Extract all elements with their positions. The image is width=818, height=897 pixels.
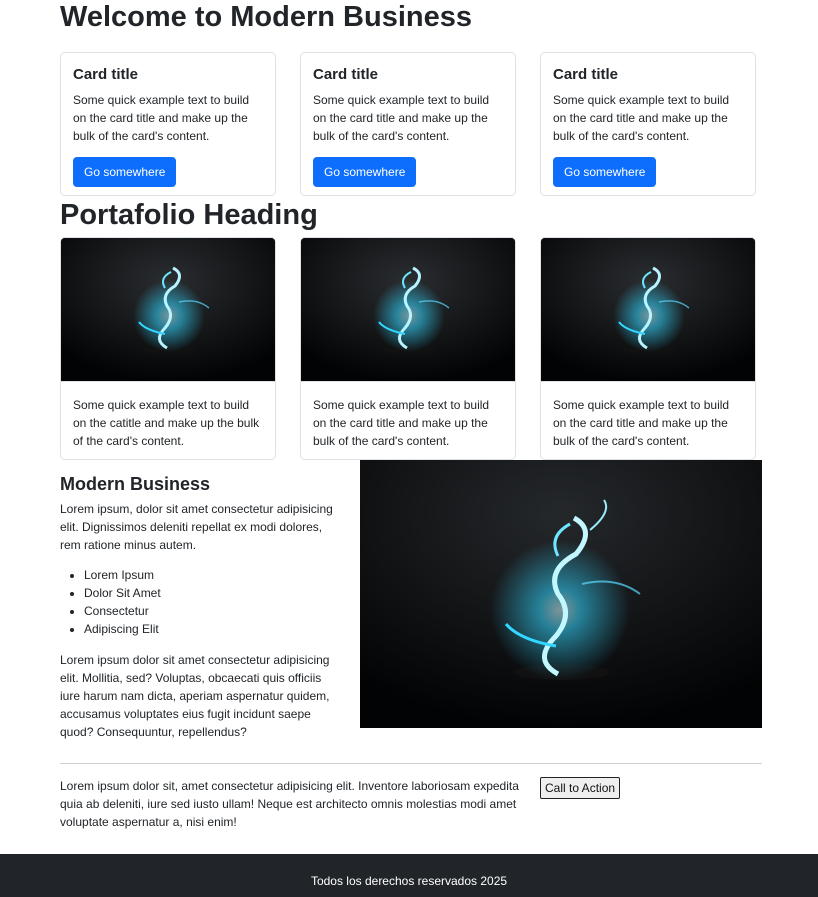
portfolio-card: Some quick example text to build on the … <box>540 237 756 460</box>
card-title: Card title <box>73 66 139 83</box>
dragon-glow-icon <box>360 460 762 728</box>
go-somewhere-button[interactable]: Go somewhere <box>73 157 177 187</box>
list-item: Lorem Ipsum <box>84 566 161 584</box>
dragon-glow-image <box>61 238 275 382</box>
feature-card: Card title Some quick example text to bu… <box>300 52 516 196</box>
about-intro: Lorem ipsum, dolor sit amet consectetur … <box>60 502 333 552</box>
card-text: Some quick example text to build on the … <box>553 93 730 143</box>
card-title: Card title <box>553 66 619 83</box>
cta-text: Lorem ipsum dolor sit, amet consectetur … <box>60 779 519 829</box>
call-to-action-button[interactable]: Call to Action <box>540 777 621 799</box>
dragon-glow-image <box>301 238 515 382</box>
section-divider <box>60 763 762 764</box>
footer: Todos los derechos reservados 2025 <box>0 854 818 897</box>
dragon-glow-icon <box>301 238 515 381</box>
portfolio-card: Some quick example text to build on the … <box>60 237 276 460</box>
page-title: Welcome to Modern Business <box>60 1 472 33</box>
portfolio-heading: Portafolio Heading <box>60 199 318 231</box>
about-list: Lorem Ipsum Dolor Sit Amet Consectetur A… <box>84 566 161 638</box>
dragon-glow-icon <box>61 238 275 381</box>
dragon-glow-icon <box>541 238 755 381</box>
go-somewhere-button[interactable]: Go somewhere <box>553 157 657 187</box>
about-title: Modern Business <box>60 474 211 494</box>
card-text: Some quick example text to build on the … <box>73 93 250 143</box>
feature-card: Card title Some quick example text to bu… <box>540 52 756 196</box>
list-item: Adipiscing Elit <box>84 620 161 638</box>
card-text: Some quick example text to build on the … <box>313 93 490 143</box>
list-item: Dolor Sit Amet <box>84 584 161 602</box>
list-item: Consectetur <box>84 602 161 620</box>
card-text: Some quick example text to build on the … <box>73 398 260 448</box>
footer-copyright: Todos los derechos reservados 2025 <box>310 874 508 888</box>
card-title: Card title <box>313 66 379 83</box>
dragon-glow-image <box>360 460 762 728</box>
card-text: Some quick example text to build on the … <box>553 398 730 448</box>
card-text: Some quick example text to build on the … <box>313 398 490 448</box>
go-somewhere-button[interactable]: Go somewhere <box>313 157 417 187</box>
portfolio-card: Some quick example text to build on the … <box>300 237 516 460</box>
about-outro: Lorem ipsum dolor sit amet consectetur a… <box>60 653 330 739</box>
feature-card: Card title Some quick example text to bu… <box>60 52 276 196</box>
dragon-glow-image <box>541 238 755 382</box>
